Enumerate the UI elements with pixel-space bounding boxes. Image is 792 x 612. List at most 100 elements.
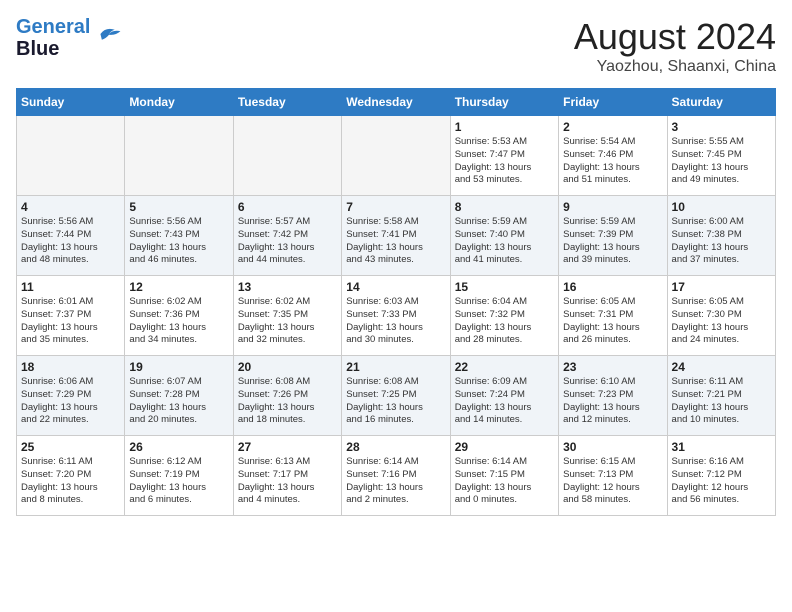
- day-info: Sunrise: 6:05 AMSunset: 7:30 PMDaylight:…: [672, 296, 771, 347]
- calendar-cell: 17 Sunrise: 6:05 AMSunset: 7:30 PMDayligh…: [667, 276, 775, 356]
- calendar-cell: 23 Sunrise: 6:10 AMSunset: 7:23 PMDayligh…: [559, 356, 667, 436]
- day-number: 15: [455, 280, 554, 294]
- day-number: 5: [129, 200, 228, 214]
- logo-bird-icon: [94, 24, 124, 44]
- calendar-cell: 2 Sunrise: 5:54 AMSunset: 7:46 PMDaylight…: [559, 116, 667, 196]
- day-number: 4: [21, 200, 120, 214]
- calendar-cell: [342, 116, 450, 196]
- day-info: Sunrise: 6:14 AMSunset: 7:15 PMDaylight:…: [455, 456, 554, 507]
- day-number: 8: [455, 200, 554, 214]
- day-number: 19: [129, 360, 228, 374]
- calendar-cell: 19 Sunrise: 6:07 AMSunset: 7:28 PMDayligh…: [125, 356, 233, 436]
- calendar-cell: 28 Sunrise: 6:14 AMSunset: 7:16 PMDayligh…: [342, 436, 450, 516]
- day-number: 2: [563, 120, 662, 134]
- calendar-cell: 14 Sunrise: 6:03 AMSunset: 7:33 PMDayligh…: [342, 276, 450, 356]
- calendar-cell: 20 Sunrise: 6:08 AMSunset: 7:26 PMDayligh…: [233, 356, 341, 436]
- location-subtitle: Yaozhou, Shaanxi, China: [574, 58, 776, 76]
- day-number: 11: [21, 280, 120, 294]
- calendar-cell: 18 Sunrise: 6:06 AMSunset: 7:29 PMDayligh…: [17, 356, 125, 436]
- day-info: Sunrise: 6:02 AMSunset: 7:36 PMDaylight:…: [129, 296, 228, 347]
- day-info: Sunrise: 6:05 AMSunset: 7:31 PMDaylight:…: [563, 296, 662, 347]
- calendar-cell: 12 Sunrise: 6:02 AMSunset: 7:36 PMDayligh…: [125, 276, 233, 356]
- day-number: 25: [21, 440, 120, 454]
- day-number: 13: [238, 280, 337, 294]
- day-number: 18: [21, 360, 120, 374]
- day-info: Sunrise: 5:55 AMSunset: 7:45 PMDaylight:…: [672, 136, 771, 187]
- day-info: Sunrise: 6:13 AMSunset: 7:17 PMDaylight:…: [238, 456, 337, 507]
- day-info: Sunrise: 5:56 AMSunset: 7:44 PMDaylight:…: [21, 216, 120, 267]
- day-info: Sunrise: 5:54 AMSunset: 7:46 PMDaylight:…: [563, 136, 662, 187]
- day-info: Sunrise: 6:15 AMSunset: 7:13 PMDaylight:…: [563, 456, 662, 507]
- day-number: 20: [238, 360, 337, 374]
- calendar-cell: 10Sunrise: 6:00 AMSunset: 7:38 PMDayligh…: [667, 196, 775, 276]
- calendar-cell: 11 Sunrise: 6:01 AMSunset: 7:37 PMDayligh…: [17, 276, 125, 356]
- calendar-table: SundayMondayTuesdayWednesdayThursdayFrid…: [16, 88, 776, 516]
- day-info: Sunrise: 6:01 AMSunset: 7:37 PMDaylight:…: [21, 296, 120, 347]
- logo-text: GeneralBlue: [16, 16, 90, 60]
- calendar-cell: 9 Sunrise: 5:59 AMSunset: 7:39 PMDaylight…: [559, 196, 667, 276]
- day-info: Sunrise: 6:09 AMSunset: 7:24 PMDaylight:…: [455, 376, 554, 427]
- page-header: GeneralBlue August 2024 Yaozhou, Shaanxi…: [16, 16, 776, 76]
- calendar-cell: 21 Sunrise: 6:08 AMSunset: 7:25 PMDayligh…: [342, 356, 450, 436]
- day-info: Sunrise: 6:12 AMSunset: 7:19 PMDaylight:…: [129, 456, 228, 507]
- calendar-cell: 16Sunrise: 6:05 AMSunset: 7:31 PMDayligh…: [559, 276, 667, 356]
- day-info: Sunrise: 6:07 AMSunset: 7:28 PMDaylight:…: [129, 376, 228, 427]
- day-number: 24: [672, 360, 771, 374]
- day-number: 28: [346, 440, 445, 454]
- month-year-title: August 2024: [574, 16, 776, 58]
- day-number: 21: [346, 360, 445, 374]
- day-number: 7: [346, 200, 445, 214]
- calendar-cell: 15 Sunrise: 6:04 AMSunset: 7:32 PMDayligh…: [450, 276, 558, 356]
- day-number: 30: [563, 440, 662, 454]
- calendar-cell: 5 Sunrise: 5:56 AMSunset: 7:43 PMDaylight…: [125, 196, 233, 276]
- day-number: 6: [238, 200, 337, 214]
- day-number: 3: [672, 120, 771, 134]
- day-number: 9: [563, 200, 662, 214]
- day-number: 17: [672, 280, 771, 294]
- day-info: Sunrise: 6:10 AMSunset: 7:23 PMDaylight:…: [563, 376, 662, 427]
- calendar-cell: 8 Sunrise: 5:59 AMSunset: 7:40 PMDaylight…: [450, 196, 558, 276]
- calendar-cell: 24 Sunrise: 6:11 AMSunset: 7:21 PMDayligh…: [667, 356, 775, 436]
- calendar-cell: 25Sunrise: 6:11 AMSunset: 7:20 PMDayligh…: [17, 436, 125, 516]
- day-number: 23: [563, 360, 662, 374]
- day-info: Sunrise: 5:59 AMSunset: 7:40 PMDaylight:…: [455, 216, 554, 267]
- calendar-cell: 13 Sunrise: 6:02 AMSunset: 7:35 PMDayligh…: [233, 276, 341, 356]
- day-info: Sunrise: 6:08 AMSunset: 7:26 PMDaylight:…: [238, 376, 337, 427]
- day-number: 31: [672, 440, 771, 454]
- day-info: Sunrise: 5:57 AMSunset: 7:42 PMDaylight:…: [238, 216, 337, 267]
- day-number: 14: [346, 280, 445, 294]
- title-block: August 2024 Yaozhou, Shaanxi, China: [574, 16, 776, 76]
- day-info: Sunrise: 5:56 AMSunset: 7:43 PMDaylight:…: [129, 216, 228, 267]
- calendar-cell: 6 Sunrise: 5:57 AMSunset: 7:42 PMDaylight…: [233, 196, 341, 276]
- calendar-cell: 4 Sunrise: 5:56 AMSunset: 7:44 PMDaylight…: [17, 196, 125, 276]
- calendar-cell: 26 Sunrise: 6:12 AMSunset: 7:19 PMDayligh…: [125, 436, 233, 516]
- calendar-cell: [233, 116, 341, 196]
- day-number: 12: [129, 280, 228, 294]
- day-info: Sunrise: 6:11 AMSunset: 7:21 PMDaylight:…: [672, 376, 771, 427]
- day-info: Sunrise: 5:59 AMSunset: 7:39 PMDaylight:…: [563, 216, 662, 267]
- calendar-cell: 22Sunrise: 6:09 AMSunset: 7:24 PMDayligh…: [450, 356, 558, 436]
- day-info: Sunrise: 6:04 AMSunset: 7:32 PMDaylight:…: [455, 296, 554, 347]
- calendar-cell: 3 Sunrise: 5:55 AMSunset: 7:45 PMDaylight…: [667, 116, 775, 196]
- day-info: Sunrise: 6:16 AMSunset: 7:12 PMDaylight:…: [672, 456, 771, 507]
- weekday-header-monday: Monday: [125, 89, 233, 116]
- calendar-cell: 27 Sunrise: 6:13 AMSunset: 7:17 PMDayligh…: [233, 436, 341, 516]
- calendar-cell: 1Sunrise: 5:53 AMSunset: 7:47 PMDaylight…: [450, 116, 558, 196]
- weekday-header-thursday: Thursday: [450, 89, 558, 116]
- weekday-header-wednesday: Wednesday: [342, 89, 450, 116]
- calendar-cell: 31 Sunrise: 6:16 AMSunset: 7:12 PMDayligh…: [667, 436, 775, 516]
- day-number: 26: [129, 440, 228, 454]
- day-info: Sunrise: 6:06 AMSunset: 7:29 PMDaylight:…: [21, 376, 120, 427]
- calendar-cell: [125, 116, 233, 196]
- day-info: Sunrise: 6:08 AMSunset: 7:25 PMDaylight:…: [346, 376, 445, 427]
- day-number: 1: [455, 120, 554, 134]
- day-info: Sunrise: 6:14 AMSunset: 7:16 PMDaylight:…: [346, 456, 445, 507]
- logo: GeneralBlue: [16, 16, 124, 60]
- calendar-cell: 29Sunrise: 6:14 AMSunset: 7:15 PMDayligh…: [450, 436, 558, 516]
- day-info: Sunrise: 6:00 AMSunset: 7:38 PMDaylight:…: [672, 216, 771, 267]
- weekday-header-tuesday: Tuesday: [233, 89, 341, 116]
- day-info: Sunrise: 6:02 AMSunset: 7:35 PMDaylight:…: [238, 296, 337, 347]
- day-info: Sunrise: 6:03 AMSunset: 7:33 PMDaylight:…: [346, 296, 445, 347]
- calendar-cell: [17, 116, 125, 196]
- day-number: 27: [238, 440, 337, 454]
